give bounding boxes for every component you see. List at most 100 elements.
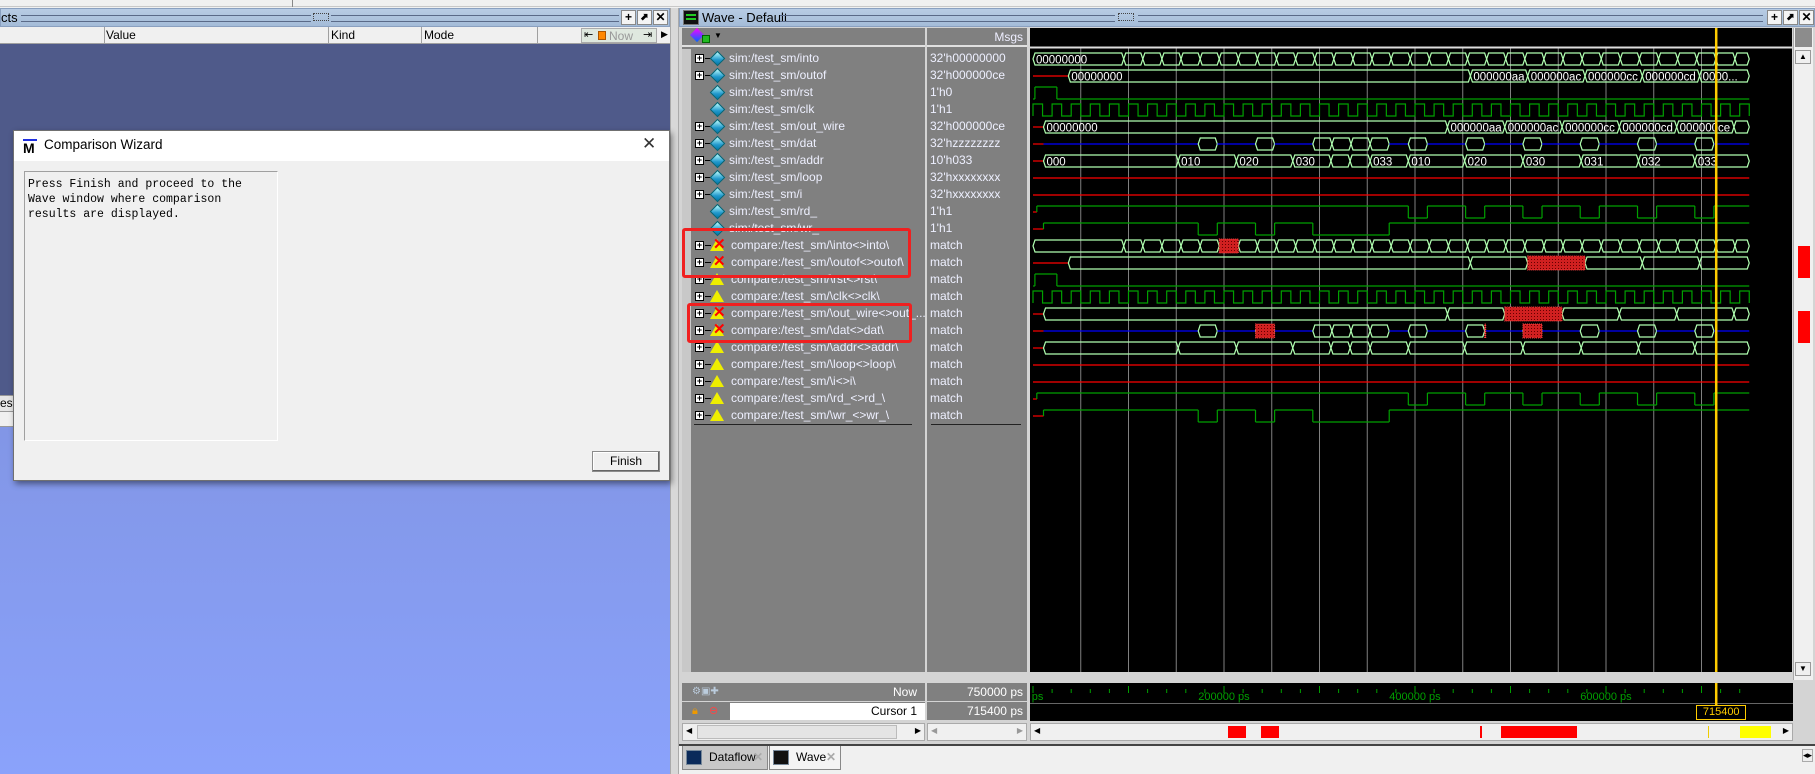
drag-handle[interactable] bbox=[1118, 13, 1134, 21]
tab-dataflow[interactable]: Dataflow ✕ bbox=[682, 746, 768, 770]
bus-value-label: 000000cd bbox=[1645, 72, 1696, 84]
mismatch-marker[interactable] bbox=[1228, 726, 1246, 738]
dock-button[interactable]: + bbox=[1767, 10, 1782, 25]
expand-icon[interactable]: + bbox=[695, 343, 704, 352]
bus-segment bbox=[1524, 52, 1545, 66]
waveform-canvas[interactable]: 00000000 00000000 000000aa 000000ac 000000cc… bbox=[1030, 28, 1792, 672]
expand-icon[interactable]: + bbox=[695, 292, 704, 301]
delete-cursor-icon[interactable]: ⊖ bbox=[709, 702, 718, 720]
bus-segment bbox=[1561, 307, 1621, 321]
bus-segment bbox=[1715, 52, 1736, 66]
scroll-down-button[interactable]: ▼ bbox=[1795, 662, 1811, 676]
close-icon[interactable]: ✕ bbox=[642, 134, 656, 154]
pane-splitter[interactable] bbox=[670, 8, 679, 774]
bus-segment bbox=[1657, 52, 1679, 66]
signal-row[interactable]: + sim:/test_sm/loop bbox=[682, 169, 925, 186]
mismatch-marker[interactable] bbox=[1480, 726, 1482, 738]
signal-row[interactable]: + compare:/test_sm/\loop<>loop\ bbox=[682, 356, 925, 373]
bus-value-label: 00000000 bbox=[1071, 72, 1122, 84]
signal-row[interactable]: + sim:/test_sm/addr bbox=[682, 152, 925, 169]
lock-icon[interactable]: 🔒︎ bbox=[692, 702, 698, 720]
mismatch-marker[interactable] bbox=[1261, 726, 1279, 738]
expand-icon[interactable]: + bbox=[695, 71, 704, 80]
column-mode[interactable]: Mode bbox=[424, 28, 454, 42]
values-horizontal-scrollbar[interactable]: ◀ ▶ bbox=[927, 723, 1027, 741]
bus-segment bbox=[1197, 137, 1218, 151]
signal-row[interactable]: sim:/test_sm/clk bbox=[682, 101, 925, 118]
mismatch-marker[interactable] bbox=[1501, 726, 1577, 738]
view-thumb[interactable] bbox=[1740, 726, 1771, 738]
signal-row[interactable]: + sim:/test_sm/out_wire bbox=[682, 118, 925, 135]
column-value[interactable]: Value bbox=[106, 28, 136, 42]
expand-icon[interactable]: + bbox=[695, 54, 704, 63]
bus-segment bbox=[1619, 52, 1641, 66]
drag-handle[interactable] bbox=[313, 13, 329, 21]
now-toolbar-icons[interactable]: ⚙▣✚ bbox=[692, 683, 719, 701]
signal-row[interactable]: + sim:/test_sm/dat bbox=[682, 135, 925, 152]
objects-pane-titlebar[interactable]: cts + ⬈ ✕ bbox=[0, 8, 670, 27]
finish-button[interactable]: Finish bbox=[592, 451, 660, 472]
comparison-wizard-dialog: M Comparison Wizard ✕ Press Finish and p… bbox=[13, 130, 670, 481]
signal-value: match bbox=[930, 374, 963, 388]
wave-overview-scrollbar[interactable]: ◀ ▶ bbox=[1030, 723, 1793, 741]
jump-back-icon[interactable]: ⇤ bbox=[584, 28, 593, 41]
signal-row[interactable]: + sim:/test_sm/i bbox=[682, 186, 925, 203]
signal-row[interactable]: sim:/test_sm/rst bbox=[682, 84, 925, 101]
expand-icon[interactable]: + bbox=[695, 411, 704, 420]
signal-name: sim:/test_sm/rst bbox=[729, 85, 814, 99]
now-label[interactable]: Now bbox=[609, 29, 633, 43]
close-tab-icon[interactable]: ✕ bbox=[826, 746, 836, 768]
close-pane-button[interactable]: ✕ bbox=[1799, 10, 1814, 25]
bus-segment bbox=[1562, 52, 1583, 66]
close-pane-button[interactable]: ✕ bbox=[653, 10, 668, 25]
undock-button[interactable]: ⬈ bbox=[1783, 10, 1798, 25]
expand-icon[interactable]: + bbox=[695, 173, 704, 182]
expand-icon[interactable]: + bbox=[695, 156, 704, 165]
scroll-up-button[interactable]: ▲ bbox=[1795, 50, 1811, 64]
signal-value: match bbox=[930, 272, 963, 286]
bus-segment bbox=[1638, 239, 1660, 253]
signal-row[interactable]: + compare:/test_sm/\rd_<>rd_\ bbox=[682, 390, 925, 407]
signal-value: match bbox=[930, 289, 963, 303]
waveform-area[interactable]: 00000000 00000000 000000aa 000000ac 000000cc… bbox=[1030, 28, 1792, 672]
tab-scroll-icon[interactable]: ◂▸ bbox=[1801, 749, 1813, 762]
expand-icon[interactable]: + bbox=[695, 394, 704, 403]
signal-diamond-icon bbox=[709, 84, 726, 101]
chevron-down-icon[interactable]: ▼ bbox=[714, 31, 722, 40]
tab-bar: Dataflow ✕ Wave ✕ ◂▸ bbox=[679, 744, 1815, 770]
signal-row[interactable]: + sim:/test_sm/into bbox=[682, 50, 925, 67]
expand-icon[interactable]: + bbox=[695, 139, 704, 148]
tab-wave[interactable]: Wave ✕ bbox=[769, 746, 841, 770]
dock-button[interactable]: + bbox=[621, 10, 636, 25]
expand-icon[interactable]: + bbox=[695, 190, 704, 199]
signal-row[interactable]: + sim:/test_sm/outof bbox=[682, 67, 925, 84]
names-horizontal-scrollbar[interactable]: ◀ ▶ bbox=[682, 723, 925, 741]
cursor-time-label[interactable]: 715400 ps bbox=[1696, 705, 1747, 721]
expand-icon[interactable]: + bbox=[695, 360, 704, 369]
signal-diamond-icon bbox=[709, 203, 726, 220]
scroll-right-icon[interactable]: ▶ bbox=[661, 29, 668, 40]
compare-triangle-icon bbox=[710, 290, 724, 302]
mismatch-marker[interactable] bbox=[1798, 246, 1810, 278]
bus-value-label: 000000cc bbox=[1588, 72, 1638, 84]
wave-vertical-scrollbar[interactable]: ▲ ▼ bbox=[1793, 28, 1813, 680]
signal-row[interactable]: + compare:/test_sm/\wr_<>wr_\ bbox=[682, 407, 925, 424]
bus-segment bbox=[1199, 239, 1220, 253]
signal-value: 10'h033 bbox=[930, 153, 973, 167]
undock-button[interactable]: ⬈ bbox=[637, 10, 652, 25]
signal-row[interactable]: sim:/test_sm/rd_ bbox=[682, 203, 925, 220]
cursor-label[interactable]: Cursor 1 bbox=[871, 703, 917, 720]
now-controls: ⇤ Now ⇥ bbox=[581, 28, 657, 43]
signal-row[interactable]: + compare:/test_sm/\i<>i\ bbox=[682, 373, 925, 390]
mismatch-marker[interactable] bbox=[1798, 311, 1810, 343]
time-axis[interactable]: 0 ps 200000 ps 400000 ps 600000 ps 715400 ps bbox=[1030, 683, 1793, 721]
bus-segment bbox=[1330, 154, 1351, 168]
wave-titlebar[interactable]: Wave - Default + ⬈ ✕ bbox=[679, 8, 1815, 27]
close-tab-icon[interactable]: ✕ bbox=[753, 746, 763, 768]
expand-icon[interactable]: + bbox=[695, 122, 704, 131]
expand-icon[interactable]: + bbox=[695, 377, 704, 386]
column-kind[interactable]: Kind bbox=[331, 28, 355, 42]
jump-forward-icon[interactable]: ⇥ bbox=[643, 28, 652, 41]
bus-value-label: 010 bbox=[1411, 157, 1430, 169]
bus-segment bbox=[1446, 307, 1506, 321]
